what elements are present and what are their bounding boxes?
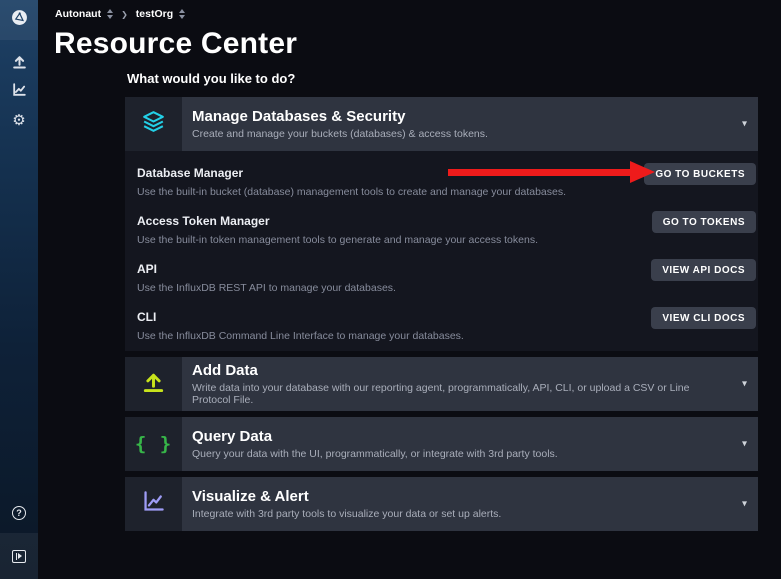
sort-caret-icon: [107, 9, 113, 19]
card-header-text: Visualize & Alert Integrate with 3rd par…: [182, 477, 758, 531]
card-description: Query your data with the UI, programmati…: [192, 448, 758, 460]
card-title: Add Data: [192, 362, 758, 379]
card-body-manage-databases: Database Manager Use the built-in bucket…: [125, 151, 758, 351]
card-title: Query Data: [192, 428, 758, 445]
card-header-text: Manage Databases & Security Create and m…: [182, 97, 758, 151]
go-to-buckets-button[interactable]: GO TO BUCKETS: [644, 163, 756, 185]
row-database-manager: Database Manager Use the built-in bucket…: [125, 159, 758, 207]
sidebar-bottom: ?: [0, 493, 38, 579]
chevron-down-icon[interactable]: ▾: [742, 119, 747, 130]
row-description: Use the built-in bucket (database) manag…: [137, 186, 758, 198]
breadcrumb: Autonaut ❯ testOrg: [55, 8, 185, 20]
row-api: API Use the InfluxDB REST API to manage …: [125, 255, 758, 303]
card-icon-cell: [125, 97, 182, 151]
card-icon-cell: [125, 357, 182, 411]
upload-icon: [11, 53, 28, 75]
row-cli: CLI Use the InfluxDB Command Line Interf…: [125, 303, 758, 351]
sidebar-nav: ⚙: [0, 40, 38, 134]
braces-icon: { }: [135, 433, 172, 455]
org-picker[interactable]: Autonaut: [55, 8, 113, 20]
row-access-token-manager: Access Token Manager Use the built-in to…: [125, 207, 758, 255]
chart-icon: [141, 489, 166, 519]
card-header-manage-databases[interactable]: Manage Databases & Security Create and m…: [125, 97, 758, 151]
sidebar-item-load-data[interactable]: [0, 50, 38, 78]
card-header-add-data[interactable]: Add Data Write data into your database w…: [125, 357, 758, 411]
card-header-text: Query Data Query your data with the UI, …: [182, 417, 758, 471]
view-api-docs-button[interactable]: VIEW API DOCS: [651, 259, 756, 281]
sub-org-picker[interactable]: testOrg: [136, 8, 185, 20]
sidebar-item-version-toggle[interactable]: [0, 533, 38, 579]
sub-org-name: testOrg: [136, 8, 173, 20]
graph-icon: [11, 81, 28, 103]
card-icon-cell: { }: [125, 417, 182, 471]
card-visualize-alert: Visualize & Alert Integrate with 3rd par…: [125, 477, 758, 531]
card-title: Visualize & Alert: [192, 488, 758, 505]
card-header-text: Add Data Write data into your database w…: [182, 357, 758, 411]
upload-icon: [141, 369, 166, 399]
card-description: Integrate with 3rd party tools to visual…: [192, 508, 758, 520]
row-description: Use the InfluxDB REST API to manage your…: [137, 282, 758, 294]
card-header-visualize-alert[interactable]: Visualize & Alert Integrate with 3rd par…: [125, 477, 758, 531]
layers-icon: [140, 109, 167, 139]
page-title: Resource Center: [54, 27, 297, 61]
version-toggle-icon: [12, 550, 26, 563]
card-add-data: Add Data Write data into your database w…: [125, 357, 758, 411]
chevron-right-icon: ❯: [121, 10, 128, 19]
sidebar-item-help[interactable]: ?: [0, 493, 38, 533]
influxdb-logo[interactable]: [0, 0, 38, 40]
card-description: Create and manage your buckets (database…: [192, 128, 758, 140]
org-name: Autonaut: [55, 8, 101, 20]
card-header-query-data[interactable]: { } Query Data Query your data with the …: [125, 417, 758, 471]
sidebar-item-data-explorer[interactable]: [0, 78, 38, 106]
sidebar-item-settings[interactable]: ⚙: [0, 106, 38, 134]
card-manage-databases-security: Manage Databases & Security Create and m…: [125, 97, 758, 351]
help-icon: ?: [12, 506, 26, 520]
chevron-down-icon[interactable]: ▾: [742, 439, 747, 450]
influxdb-logo-icon: [11, 9, 28, 31]
app-window: ⚙ ? Autonaut ❯ testOrg: [0, 0, 783, 581]
resource-cards: Manage Databases & Security Create and m…: [125, 97, 758, 537]
chevron-down-icon[interactable]: ▾: [742, 499, 747, 510]
row-description: Use the InfluxDB Command Line Interface …: [137, 330, 758, 342]
card-description: Write data into your database with our r…: [192, 382, 758, 406]
gear-icon: ⚙: [12, 113, 25, 128]
card-title: Manage Databases & Security: [192, 108, 758, 125]
row-description: Use the built-in token management tools …: [137, 234, 758, 246]
card-icon-cell: [125, 477, 182, 531]
card-query-data: { } Query Data Query your data with the …: [125, 417, 758, 471]
chevron-down-icon[interactable]: ▾: [742, 379, 747, 390]
go-to-tokens-button[interactable]: GO TO TOKENS: [652, 211, 756, 233]
main-content: Autonaut ❯ testOrg Resource Center What …: [38, 0, 781, 579]
page-prompt: What would you like to do?: [127, 71, 295, 86]
view-cli-docs-button[interactable]: VIEW CLI DOCS: [651, 307, 756, 329]
sidebar: ⚙ ?: [0, 0, 38, 579]
sort-caret-icon: [179, 9, 185, 19]
